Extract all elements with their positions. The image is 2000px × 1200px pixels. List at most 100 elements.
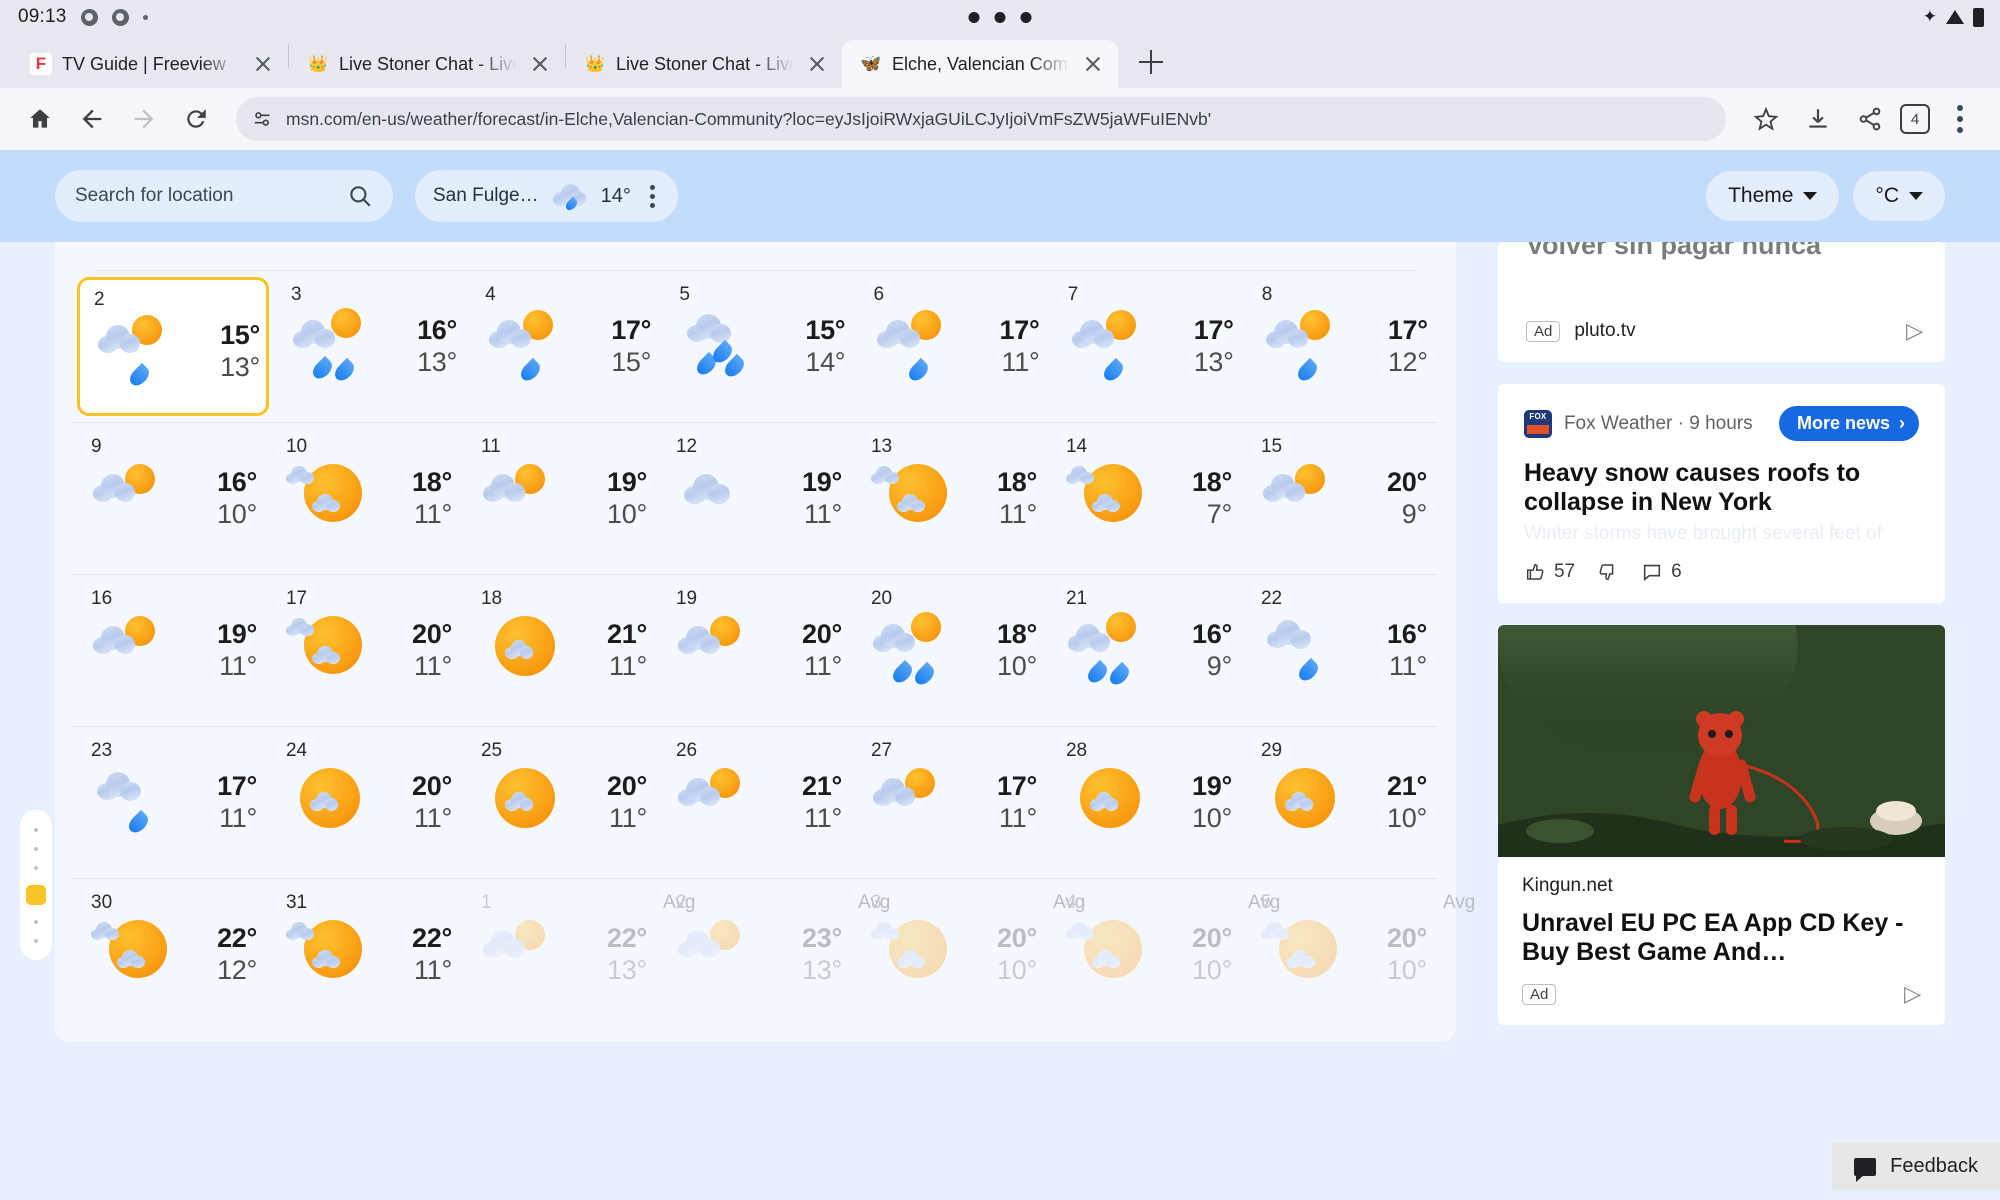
calendar-day-cell[interactable]: 1 Avg 22° 13° (463, 879, 695, 1031)
browser-toolbar[interactable]: msn.com/en-us/weather/forecast/in-Elche,… (0, 88, 2000, 150)
promo-ad-card[interactable]: Kingun.net Unravel EU PC EA App CD Key -… (1497, 624, 1945, 1025)
calendar-day-cell[interactable]: 19 20° 11° (658, 575, 853, 726)
os-clock: 09:13 (18, 6, 67, 27)
high-temp: 17° (1193, 315, 1234, 346)
browser-tab-0[interactable]: F TV Guide | Freeview (12, 40, 288, 88)
promo-headline[interactable]: Unravel EU PC EA App CD Key - Buy Best G… (1522, 909, 1921, 968)
browser-tab-1[interactable]: 👑 Live Stoner Chat - Live Stor (289, 40, 565, 88)
sun-cloud-icon (91, 612, 177, 690)
unit-dropdown[interactable]: °C (1853, 171, 1945, 221)
calendar-day-cell[interactable]: 7 17° 13° (1050, 271, 1244, 422)
calendar-day-cell[interactable]: 11 19° 10° (463, 423, 658, 574)
chrome-notification-icon[interactable] (111, 8, 129, 26)
day-number: 3 (870, 892, 882, 913)
browser-tab-2[interactable]: 👑 Live Stoner Chat - Live Stor (566, 40, 842, 88)
day-number: 22 (1260, 588, 1283, 609)
day-temps: 20° 11° (376, 619, 452, 683)
home-icon[interactable] (18, 97, 62, 141)
more-news-button[interactable]: More news › (1778, 406, 1919, 441)
calendar-day-cell[interactable]: 5 Avg 20° 10° (1243, 879, 1475, 1031)
page-side-rail[interactable] (20, 810, 52, 960)
calendar-day-cell[interactable]: 26 21° 11° (658, 727, 853, 878)
browser-tab-strip[interactable]: F TV Guide | Freeview 👑 Live Stoner Chat… (0, 34, 2000, 88)
day-temps: 18° 11° (376, 467, 452, 531)
calendar-day-cell[interactable]: 22 16° 11° (1243, 575, 1438, 726)
calendar-day-cell[interactable]: 23 17° 11° (73, 727, 268, 878)
high-temp: 15° (805, 315, 846, 346)
calendar-day-cell[interactable]: 2 15° 13° (77, 277, 269, 416)
low-temp: 11° (999, 803, 1037, 833)
calendar-day-cell[interactable]: 20 18° 10° (853, 575, 1048, 726)
back-icon[interactable] (70, 97, 114, 141)
calendar-day-cell[interactable]: 30 22° 12° (73, 879, 268, 1031)
calendar-day-cell[interactable]: 6 17° 11° (855, 271, 1049, 422)
calendar-day-cell[interactable]: 3 Avg 20° 10° (853, 879, 1085, 1031)
chrome-notification-icon[interactable] (80, 8, 98, 26)
calendar-day-cell[interactable]: 27 17° 11° (853, 727, 1048, 878)
location-menu-icon[interactable] (645, 184, 660, 208)
address-bar[interactable]: msn.com/en-us/weather/forecast/in-Elche,… (236, 97, 1726, 141)
calendar-day-cell[interactable]: 4 Avg 20° 10° (1048, 879, 1280, 1031)
calendar-day-cell[interactable]: 25 20° 11° (463, 727, 658, 878)
calendar-day-cell[interactable]: 16 19° 11° (73, 575, 268, 726)
bookmark-star-icon[interactable] (1744, 97, 1788, 141)
calendar-day-cell[interactable]: 24 20° 11° (268, 727, 463, 878)
os-status-right[interactable]: ✦ (1923, 7, 1984, 27)
news-card[interactable]: Fox Weather · 9 hours More news › Heavy … (1497, 384, 1945, 603)
news-headline[interactable]: Heavy snow causes roofs to collapse in N… (1524, 459, 1919, 517)
promo-site[interactable]: Kingun.net (1522, 875, 1921, 897)
close-icon[interactable] (250, 51, 276, 77)
menu-kebab-icon[interactable] (1938, 97, 1982, 141)
calendar-day-cell[interactable]: 8 17° 12° (1244, 271, 1438, 422)
dislike-button[interactable] (1597, 561, 1619, 583)
search-icon[interactable] (347, 183, 373, 209)
high-temp: 17° (611, 315, 652, 346)
ad-site[interactable]: pluto.tv (1574, 320, 1635, 342)
comment-button[interactable]: 6 (1641, 561, 1682, 583)
calendar-day-cell[interactable]: 29 21° 10° (1243, 727, 1438, 878)
calendar-day-cell[interactable]: 12 19° 11° (658, 423, 853, 574)
calendar-day-cell[interactable]: 4 17° 15° (467, 271, 661, 422)
tab-count-button[interactable]: 4 (1900, 104, 1930, 134)
calendar-day-cell[interactable]: 17 20° 11° (268, 575, 463, 726)
calendar-day-cell[interactable]: 21 16° 9° (1048, 575, 1243, 726)
like-button[interactable]: 57 (1524, 561, 1575, 583)
mostly-sunny-icon (1066, 764, 1152, 842)
browser-tab-3-active[interactable]: 🦋 Elche, Valencian Communit (842, 40, 1118, 88)
close-icon[interactable] (1080, 51, 1106, 77)
download-icon[interactable] (1796, 97, 1840, 141)
reload-icon[interactable] (174, 97, 218, 141)
top-ad-card[interactable]: Volver sin pagar nunca Ad pluto.tv (1497, 242, 1945, 362)
rain-cloud-icon (552, 182, 587, 213)
forward-icon[interactable] (122, 97, 166, 141)
calendar-day-cell[interactable]: 15 20° 9° (1243, 423, 1438, 574)
calendar-day-cell[interactable]: 13 18° 11° (853, 423, 1048, 574)
tab-title: Live Stoner Chat - Live Stor (339, 53, 517, 74)
share-icon[interactable] (1848, 97, 1892, 141)
like-count: 57 (1553, 560, 1576, 582)
day-number: 15 (1260, 436, 1283, 457)
calendar-day-cell[interactable]: 10 18° 11° (268, 423, 463, 574)
rail-active-icon[interactable] (26, 884, 46, 905)
adchoices-icon[interactable] (1906, 318, 1923, 344)
saved-location-chip[interactable]: San Fulge… 14° (415, 170, 678, 222)
calendar-day-cell[interactable]: 9 16° 10° (73, 423, 268, 574)
adchoices-icon[interactable] (1904, 981, 1921, 1007)
close-icon[interactable] (527, 51, 553, 77)
high-temp: 20° (412, 771, 452, 802)
low-temp: 11° (609, 803, 647, 833)
feedback-button[interactable]: Feedback (1832, 1143, 2000, 1190)
header-right-controls[interactable]: Theme °C (1706, 171, 1945, 221)
theme-dropdown[interactable]: Theme (1706, 171, 1840, 221)
close-icon[interactable] (804, 51, 830, 77)
new-tab-button[interactable] (1128, 39, 1174, 85)
calendar-day-cell[interactable]: 2 Avg 23° 13° (658, 879, 890, 1031)
calendar-day-cell[interactable]: 14 18° 7° (1048, 423, 1243, 574)
site-settings-icon[interactable] (252, 108, 274, 130)
calendar-day-cell[interactable]: 18 21° 11° (463, 575, 658, 726)
calendar-day-cell[interactable]: 3 16° 13° (273, 271, 467, 422)
calendar-day-cell[interactable]: 31 22° 11° (268, 879, 463, 1031)
calendar-day-cell[interactable]: 5 15° 14° (661, 271, 855, 422)
calendar-day-cell[interactable]: 28 19° 10° (1048, 727, 1243, 878)
search-input[interactable]: Search for location (55, 170, 393, 222)
